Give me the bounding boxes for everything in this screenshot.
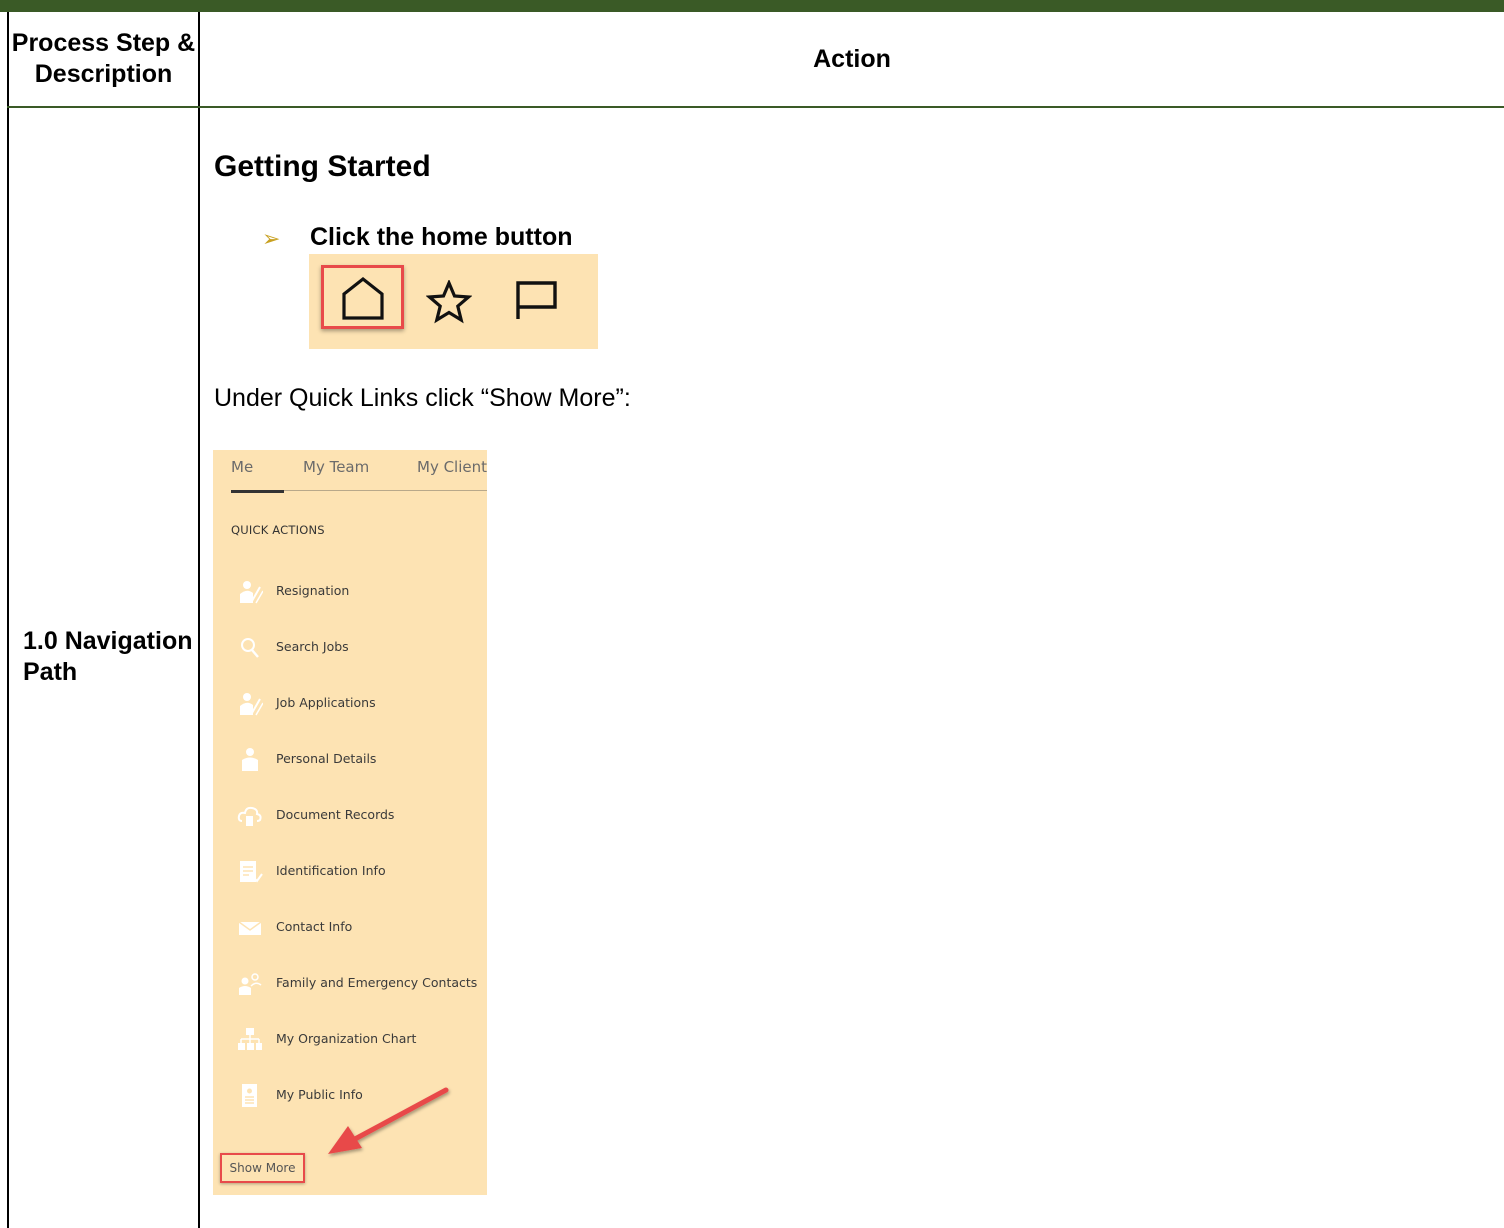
tab-my-team[interactable]: My Team bbox=[303, 458, 369, 476]
quick-actions-title: QUICK ACTIONS bbox=[231, 523, 325, 537]
instruction-text: Under Quick Links click “Show More”: bbox=[214, 384, 631, 412]
star-icon[interactable] bbox=[426, 280, 472, 324]
table-top-bar bbox=[0, 0, 1504, 12]
section-heading: Getting Started bbox=[214, 150, 431, 183]
table-header-divider bbox=[7, 106, 1504, 108]
badge-icon bbox=[242, 1084, 257, 1107]
person-icon bbox=[242, 748, 258, 771]
show-more-button[interactable]: Show More bbox=[220, 1153, 305, 1183]
quick-action-job-applications[interactable]: Job Applications bbox=[237, 689, 487, 719]
quick-action-document-records[interactable]: Document Records bbox=[237, 801, 487, 831]
quick-action-label: Identification Info bbox=[276, 863, 386, 878]
quick-action-identification-info[interactable]: Identification Info bbox=[237, 857, 487, 887]
header-process-step: Process Step & Description bbox=[11, 29, 196, 88]
cloud-document-icon bbox=[237, 806, 262, 826]
family-icon bbox=[239, 973, 262, 995]
quick-action-label: Contact Info bbox=[276, 919, 353, 934]
header-action: Action bbox=[813, 44, 891, 73]
quick-action-personal-details[interactable]: Personal Details bbox=[237, 745, 487, 775]
quick-action-label: Personal Details bbox=[276, 751, 377, 766]
table-column-divider bbox=[198, 12, 200, 1228]
quick-action-contact-info[interactable]: Contact Info bbox=[237, 913, 487, 943]
toolbar-screenshot bbox=[309, 254, 598, 349]
active-tab-indicator bbox=[231, 490, 284, 493]
tab-my-client[interactable]: My Client bbox=[417, 458, 487, 476]
quick-action-label: Search Jobs bbox=[276, 639, 349, 654]
annotation-arrow-icon bbox=[328, 1087, 449, 1154]
quick-action-label: Resignation bbox=[276, 583, 350, 598]
quick-action-org-chart[interactable]: My Organization Chart bbox=[237, 1025, 487, 1055]
quick-action-resignation[interactable]: Resignation bbox=[237, 577, 487, 607]
home-icon[interactable] bbox=[339, 275, 387, 321]
bullet-arrow-icon: ➢ bbox=[262, 226, 281, 251]
bullet-instruction: Click the home button bbox=[310, 223, 573, 251]
quick-action-family-contacts[interactable]: Family and Emergency Contacts bbox=[237, 969, 487, 999]
quick-action-label: Job Applications bbox=[276, 695, 376, 710]
quick-action-label: Document Records bbox=[276, 807, 395, 822]
search-icon bbox=[241, 638, 259, 658]
id-document-icon bbox=[240, 861, 263, 883]
flag-icon[interactable] bbox=[512, 279, 560, 321]
person-pen-icon bbox=[240, 693, 263, 716]
quick-action-label: My Organization Chart bbox=[276, 1031, 417, 1046]
table-left-border bbox=[7, 12, 9, 1228]
person-pen-icon bbox=[240, 581, 263, 604]
step-label: 1.0 Navigation Path bbox=[23, 627, 193, 686]
quick-action-search-jobs[interactable]: Search Jobs bbox=[237, 633, 487, 663]
envelope-icon bbox=[238, 921, 262, 935]
quick-action-label: Family and Emergency Contacts bbox=[276, 975, 478, 990]
tab-me[interactable]: Me bbox=[231, 458, 253, 476]
org-chart-icon bbox=[238, 1028, 262, 1050]
